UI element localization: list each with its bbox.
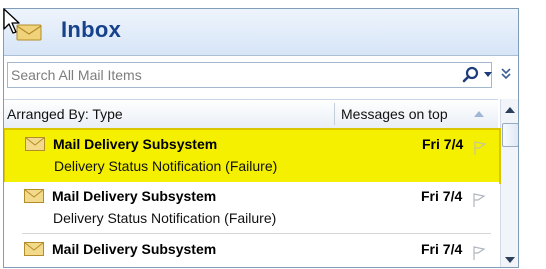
envelope-icon [25,137,45,151]
sender-name: Mail Delivery Subsystem [52,241,217,257]
flag-icon[interactable] [471,245,487,261]
message-date: Fri 7/4 [422,136,464,152]
flag-icon[interactable] [471,192,487,208]
envelope-icon [24,189,44,203]
message-date: Fri 7/4 [421,188,463,204]
message-subject: Delivery Status Notification (Failure) [54,158,278,174]
flag-icon[interactable] [472,140,488,156]
column-header: Arranged By: Type Messages on top [4,99,498,129]
inbox-header: Inbox [4,9,518,56]
message-row-selected[interactable]: Mail Delivery Subsystem Delivery Status … [4,128,501,184]
chevron-down-icon[interactable] [483,69,493,79]
scroll-down-icon[interactable] [505,257,515,263]
scroll-thumb[interactable] [502,123,518,147]
sort-up-icon[interactable] [474,111,484,117]
arranged-by-button[interactable]: Arranged By: Type [7,106,123,122]
message-subject: Delivery Status Notification (Failure) [53,210,277,226]
scrollbar[interactable] [500,99,518,267]
mouse-cursor-icon [3,8,20,34]
column-divider [334,103,335,125]
message-date: Fri 7/4 [421,241,463,257]
sort-order-button[interactable]: Messages on top [341,106,448,122]
sender-name: Mail Delivery Subsystem [52,188,217,204]
expand-search-button[interactable] [497,61,515,87]
page-title: Inbox [61,17,122,42]
scroll-up-icon[interactable] [505,107,515,113]
message-row[interactable]: Mail Delivery Subsystem Fri 7/4 [4,235,499,267]
envelope-icon [24,242,44,256]
search-icon[interactable] [461,65,481,85]
search-input[interactable]: Search All Mail Items [11,67,142,83]
search-box[interactable]: Search All Mail Items [7,62,492,88]
mail-panel: Inbox Search All Mail Items Arranged By:… [3,8,519,268]
row-divider [22,233,491,234]
sender-name: Mail Delivery Subsystem [53,136,218,152]
message-row[interactable]: Mail Delivery Subsystem Delivery Status … [4,182,499,234]
